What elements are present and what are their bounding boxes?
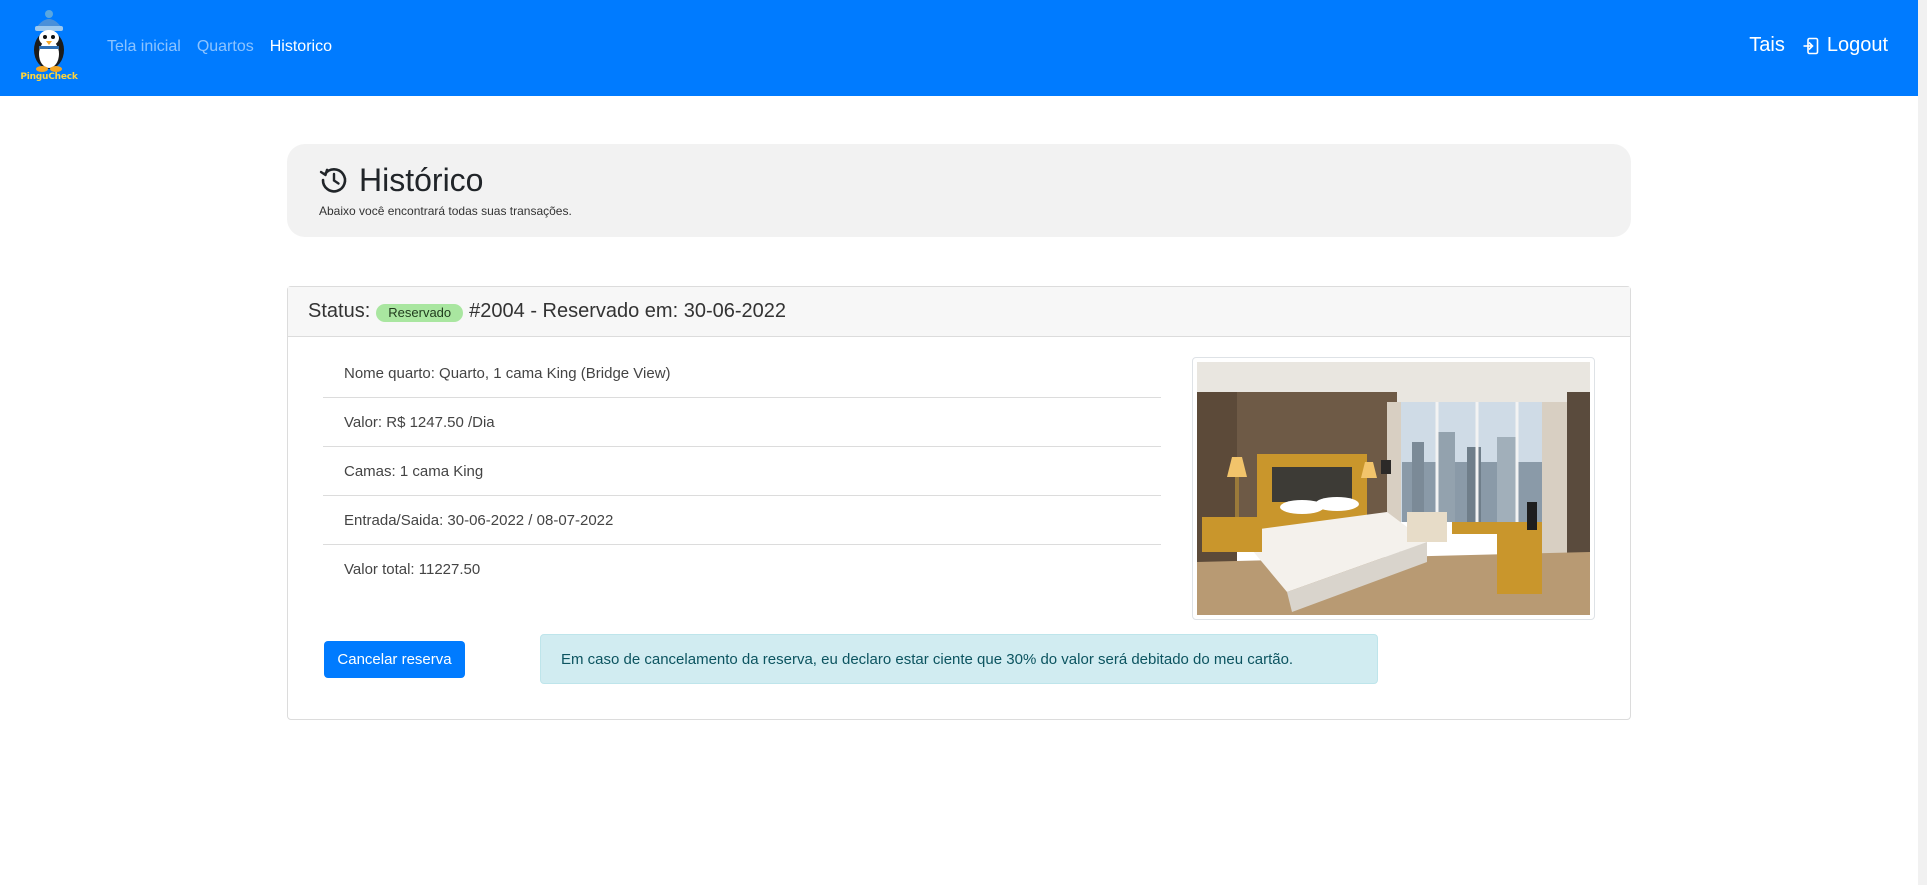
page-title-text: Histórico [359, 162, 484, 198]
logout-label: Logout [1826, 34, 1888, 56]
page-title: Histórico [319, 162, 1631, 198]
history-icon [319, 168, 347, 193]
reservation-details-list: Nome quarto: Quarto, 1 cama King (Bridge… [323, 349, 1161, 594]
cancel-reservation-button[interactable]: Cancelar reserva [324, 641, 465, 678]
reservation-title: #2004 - Reservado em: 30-06-2022 [469, 300, 787, 322]
reservation-card: Status: Reservado #2004 - Reservado em: … [287, 286, 1631, 720]
room-photo [1192, 357, 1595, 620]
nav-links: Tela inicial Quartos Historico [107, 36, 348, 58]
status-label: Status: [308, 300, 371, 322]
cancellation-notice: Em caso de cancelamento da reserva, eu d… [540, 634, 1378, 684]
user-area: Tais Logout [1749, 34, 1888, 57]
page-subtitle: Abaixo você encontrará todas suas transa… [319, 204, 572, 218]
status-badge: Reservado [376, 303, 464, 322]
reservation-card-header: Status: Reservado #2004 - Reservado em: … [288, 287, 1630, 337]
logout-button[interactable]: Logout [1803, 34, 1888, 57]
detail-dates: Entrada/Saida: 30-06-2022 / 08-07-2022 [323, 496, 1161, 545]
brand-logo[interactable]: PinguCheck [20, 8, 78, 86]
detail-total: Valor total: 11227.50 [344, 561, 481, 578]
history-jumbotron: Histórico Abaixo você encontrará todas s… [287, 144, 1631, 237]
penguin-logo-icon [34, 10, 64, 72]
detail-room-name: Nome quarto: Quarto, 1 cama King (Bridge… [323, 349, 1161, 398]
top-navbar: PinguCheck Tela inicial Quartos Historic… [0, 0, 1918, 96]
brand-text: PinguCheck [20, 72, 78, 82]
detail-price: Valor: R$ 1247.50 /Dia [323, 398, 1161, 447]
page-scrollbar[interactable] [1918, 0, 1927, 885]
logout-icon [1803, 37, 1819, 54]
nav-link-tela-inicial[interactable]: Tela inicial [107, 36, 181, 58]
detail-beds: Camas: 1 cama King [323, 447, 1161, 496]
hotel-room-image [1197, 362, 1590, 615]
user-name[interactable]: Tais [1749, 34, 1785, 57]
nav-link-quartos[interactable]: Quartos [197, 36, 254, 58]
nav-link-historico[interactable]: Historico [270, 36, 332, 58]
